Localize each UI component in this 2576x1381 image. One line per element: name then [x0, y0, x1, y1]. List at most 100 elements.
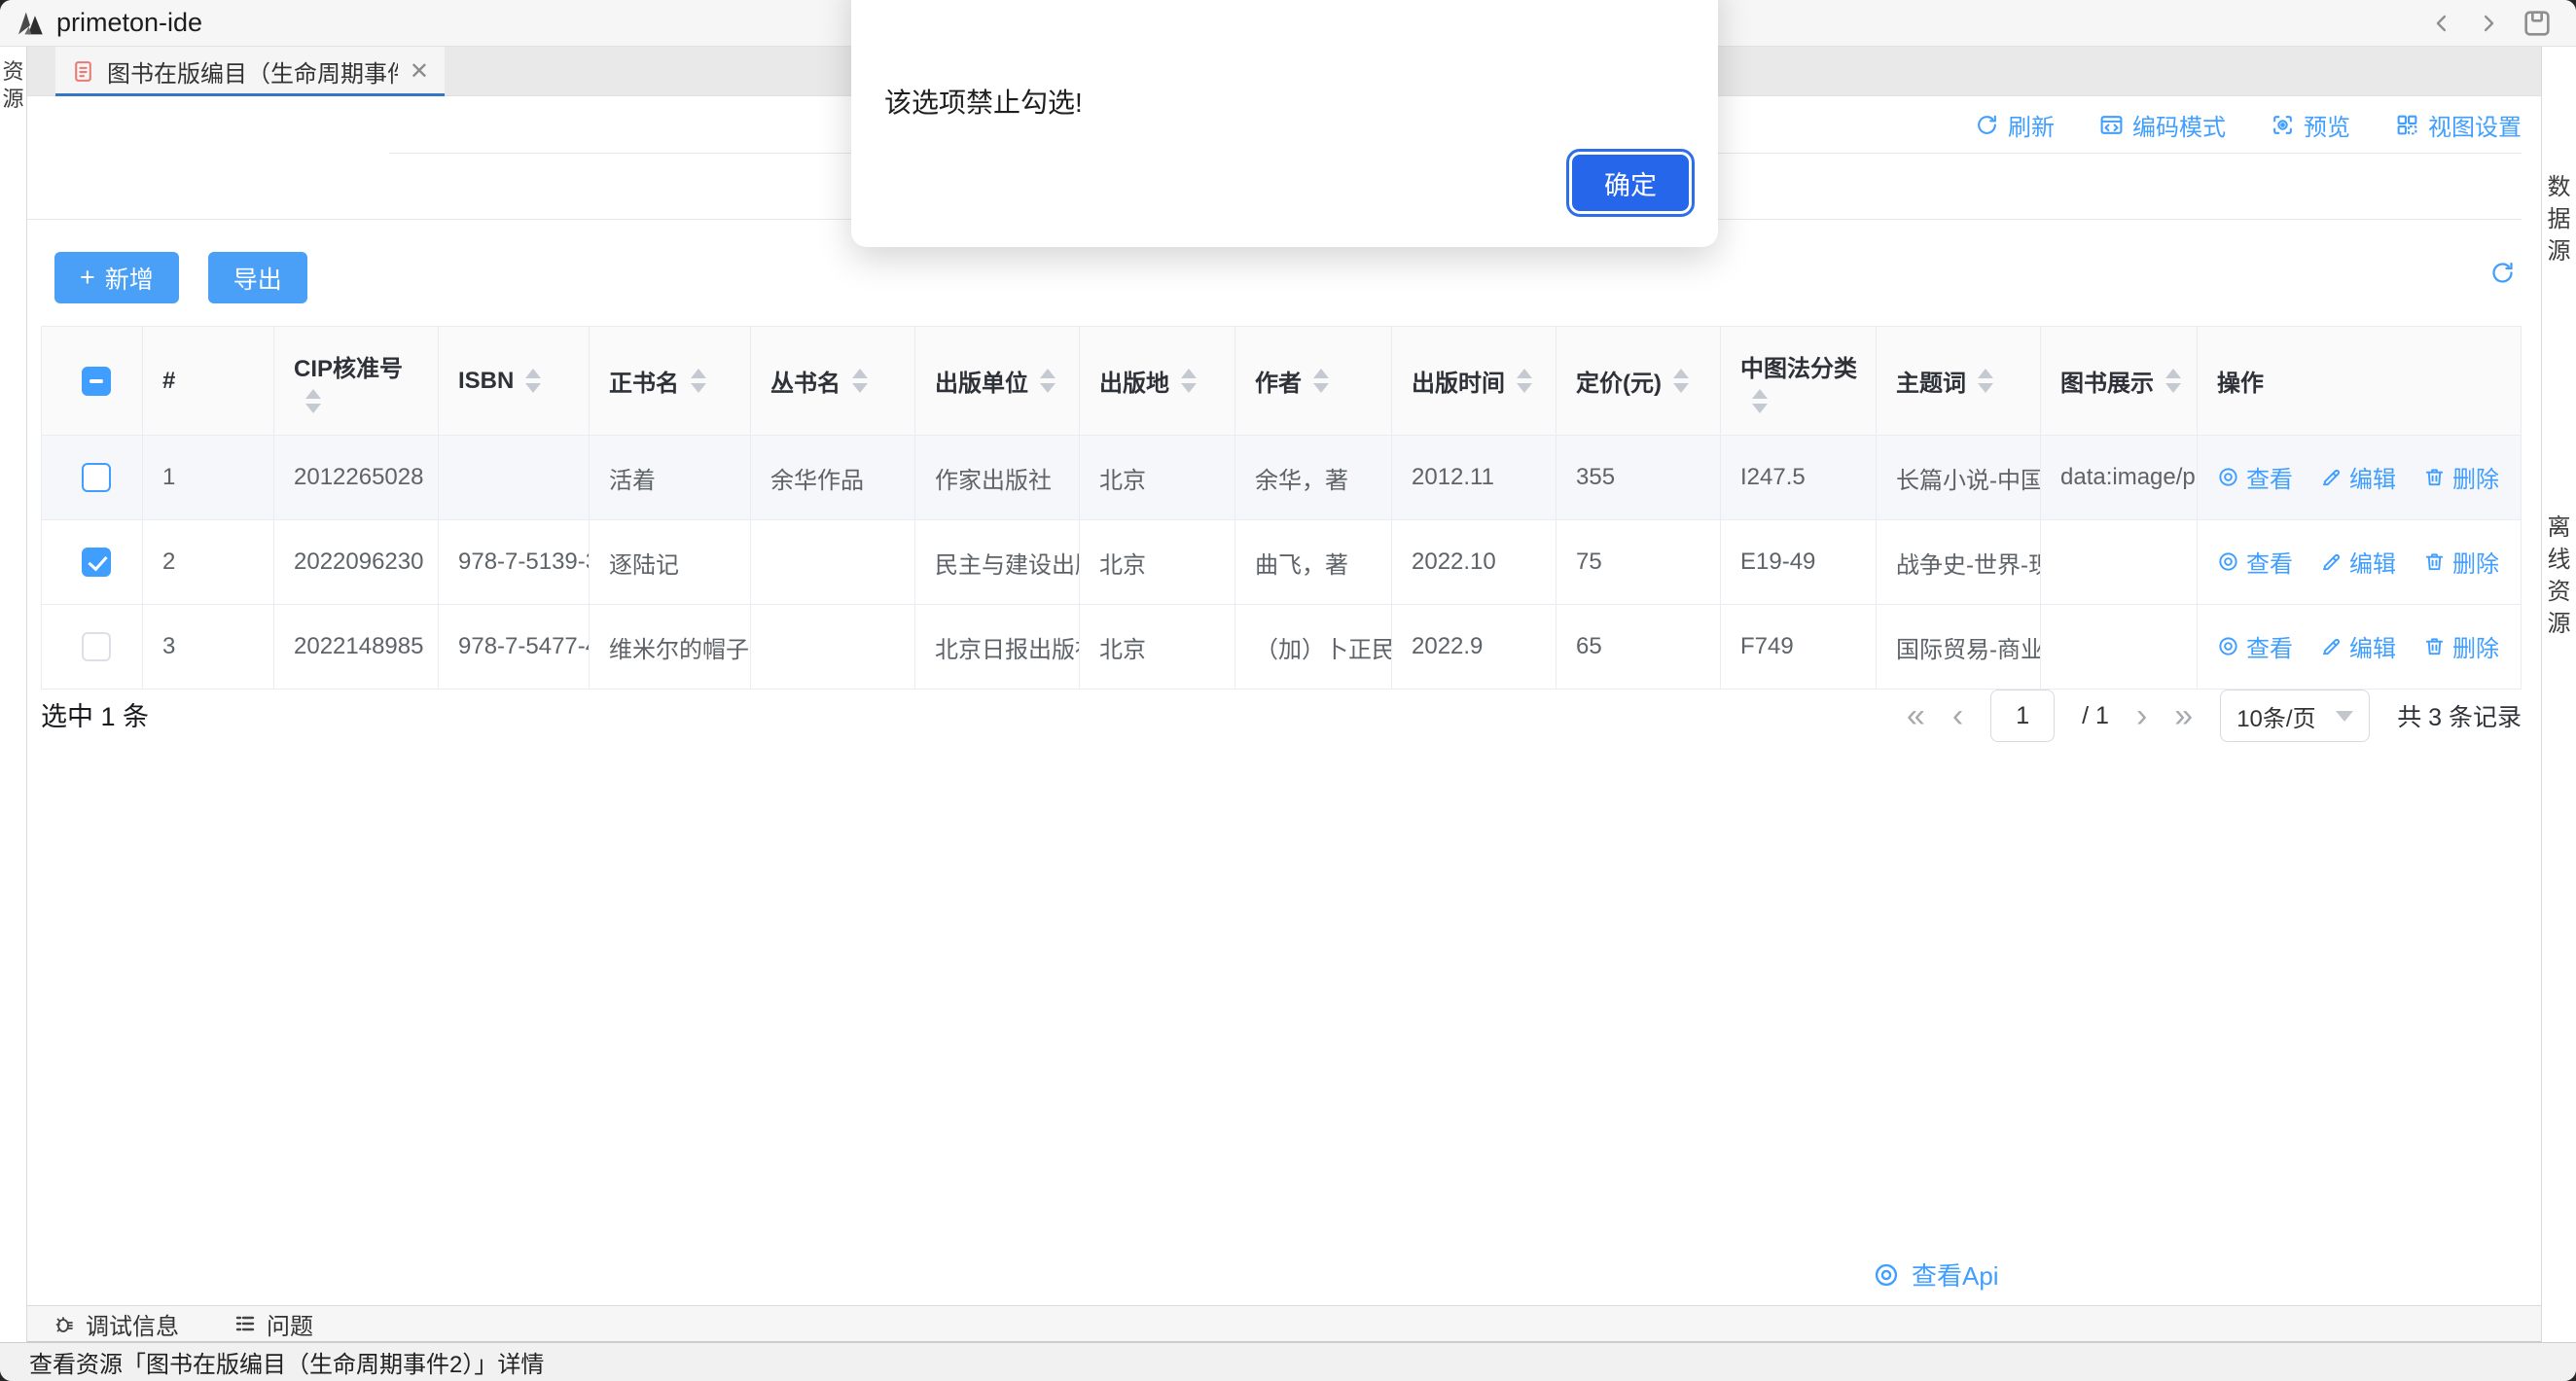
- view-icon: [2217, 635, 2239, 657]
- sort-carets[interactable]: [1517, 369, 1532, 393]
- cell-title: 维米尔的帽子: [590, 605, 751, 690]
- cell-price: 75: [1556, 520, 1721, 605]
- row-edit-link[interactable]: 编辑: [2320, 545, 2396, 579]
- row-delete-link[interactable]: 删除: [2423, 545, 2499, 579]
- page-input[interactable]: 1: [1990, 690, 2055, 742]
- column-header-clc[interactable]: 中图法分类: [1721, 327, 1877, 436]
- column-label: 出版地: [1099, 364, 1169, 398]
- cell-series: [751, 520, 915, 605]
- sort-carets[interactable]: [1752, 389, 1768, 413]
- prev-page-icon[interactable]: ‹: [1952, 699, 1963, 732]
- column-header-isbn[interactable]: ISBN: [439, 327, 590, 436]
- column-header-cip[interactable]: CIP核准号: [274, 327, 439, 436]
- preview-button[interactable]: 预览: [2271, 108, 2350, 142]
- sort-carets[interactable]: [1313, 369, 1329, 393]
- cell-author: 余华，著: [1235, 436, 1392, 520]
- ok-button[interactable]: 确定: [1572, 155, 1689, 211]
- table-row: 22022096230978-7-5139-38逐陆记民主与建设出版社北京曲飞，…: [42, 520, 2522, 605]
- column-label: 作者: [1255, 364, 1302, 398]
- sort-carets[interactable]: [691, 369, 706, 393]
- forward-icon[interactable]: [2475, 10, 2502, 37]
- cell-display: [2041, 520, 2198, 605]
- row-checkbox[interactable]: [82, 632, 111, 661]
- column-header-subject[interactable]: 主题词: [1877, 327, 2041, 436]
- cell-subject: 长篇小说-中国: [1877, 436, 2041, 520]
- rail-item-datasource[interactable]: 数据源: [2542, 171, 2576, 267]
- row-delete-link[interactable]: 删除: [2423, 629, 2499, 663]
- row-view-link[interactable]: 查看: [2217, 460, 2293, 494]
- sort-carets[interactable]: [1978, 369, 1993, 393]
- left-rail: 资源: [0, 47, 27, 1342]
- column-header-series[interactable]: 丛书名: [751, 327, 915, 436]
- column-header-author[interactable]: 作者: [1235, 327, 1392, 436]
- rail-item-resources[interactable]: 资源: [0, 58, 26, 113]
- cell-index: 3: [143, 605, 274, 690]
- sort-carets[interactable]: [852, 369, 868, 393]
- column-header-price[interactable]: 定价(元): [1556, 327, 1721, 436]
- column-header-index: #: [143, 327, 274, 436]
- refresh-button[interactable]: 刷新: [1975, 108, 2055, 142]
- view-settings-button[interactable]: 视图设置: [2395, 108, 2522, 142]
- sort-carets[interactable]: [1673, 369, 1689, 393]
- close-icon[interactable]: ✕: [410, 57, 429, 86]
- tab-form-file[interactable]: 图书在版编目（生命周期事件2）.formx ✕: [55, 47, 445, 96]
- row-checkbox[interactable]: [82, 548, 111, 577]
- add-button[interactable]: +新增: [54, 252, 179, 303]
- screen: primeton-ide 资源 数据源 离线资源 图书在版编目（生命周期事件2）…: [0, 0, 2576, 1381]
- column-header-title[interactable]: 正书名: [590, 327, 751, 436]
- cell-index: 2: [143, 520, 274, 605]
- bottom-panel-bar: 调试信息 问题: [27, 1305, 2541, 1342]
- pagination: « ‹ 1 / 1 › » 10条/页 共 3 条记录: [1907, 686, 2522, 746]
- cell-clc: F749: [1721, 605, 1877, 690]
- row-delete-link[interactable]: 删除: [2423, 460, 2499, 494]
- save-icon[interactable]: [2522, 8, 2553, 39]
- cell-place: 北京: [1080, 520, 1235, 605]
- row-view-link[interactable]: 查看: [2217, 629, 2293, 663]
- page-size-select[interactable]: 10条/页: [2220, 690, 2370, 742]
- sort-carets[interactable]: [2165, 369, 2181, 393]
- export-button[interactable]: 导出: [208, 252, 307, 303]
- cell-author: 曲飞，著: [1235, 520, 1392, 605]
- back-icon[interactable]: [2428, 10, 2455, 37]
- row-edit-link[interactable]: 编辑: [2320, 629, 2396, 663]
- select-all-checkbox[interactable]: [82, 367, 111, 396]
- view-api-link[interactable]: 查看Api: [1873, 1257, 1999, 1292]
- problems-tab[interactable]: 问题: [233, 1307, 313, 1341]
- column-header-place[interactable]: 出版地: [1080, 327, 1235, 436]
- column-header-publisher[interactable]: 出版单位: [915, 327, 1080, 436]
- next-page-icon[interactable]: ›: [2136, 699, 2147, 732]
- delete-icon: [2423, 635, 2446, 657]
- debug-info-tab[interactable]: 调试信息: [53, 1307, 179, 1341]
- last-page-icon[interactable]: »: [2174, 699, 2193, 732]
- table-refresh-icon[interactable]: [2489, 260, 2516, 286]
- page-size-value: 10条/页: [2236, 699, 2315, 733]
- column-label: 定价(元): [1576, 364, 1662, 398]
- column-header-display[interactable]: 图书展示: [2041, 327, 2198, 436]
- status-bar: 查看资源「图书在版编目（生命周期事件2）」详情: [0, 1342, 2576, 1381]
- cell-ops: 查看编辑删除: [2198, 520, 2522, 605]
- total-records: 共 3 条记录: [2397, 698, 2522, 733]
- cell-pubdate: 2022.9: [1392, 605, 1556, 690]
- plus-icon: +: [80, 263, 95, 293]
- right-rail: 数据源 离线资源: [2541, 47, 2576, 1342]
- row-checkbox[interactable]: [82, 463, 111, 492]
- view-api-icon: [1873, 1261, 1900, 1289]
- code-mode-button[interactable]: 编码模式: [2099, 108, 2226, 142]
- sort-carets[interactable]: [1040, 369, 1055, 393]
- sort-carets[interactable]: [525, 369, 541, 393]
- view-icon: [2217, 466, 2239, 488]
- status-text: 查看资源「图书在版编目（生命周期事件2）」详情: [29, 1345, 544, 1379]
- column-header-pubdate[interactable]: 出版时间: [1392, 327, 1556, 436]
- cell-publisher: 民主与建设出版社: [915, 520, 1080, 605]
- sort-carets[interactable]: [1181, 369, 1197, 393]
- sort-carets[interactable]: [305, 389, 321, 413]
- rail-item-offline-resources[interactable]: 离线资源: [2542, 512, 2576, 640]
- column-label: 图书展示: [2060, 364, 2154, 398]
- first-page-icon[interactable]: «: [1907, 699, 1925, 732]
- row-edit-link[interactable]: 编辑: [2320, 460, 2396, 494]
- column-label: 丛书名: [770, 364, 841, 398]
- row-view-link[interactable]: 查看: [2217, 545, 2293, 579]
- table-row: 32022148985978-7-5477-43维米尔的帽子北京日报出版社北京（…: [42, 605, 2522, 690]
- cell-clc: E19-49: [1721, 520, 1877, 605]
- cell-select: [42, 436, 143, 520]
